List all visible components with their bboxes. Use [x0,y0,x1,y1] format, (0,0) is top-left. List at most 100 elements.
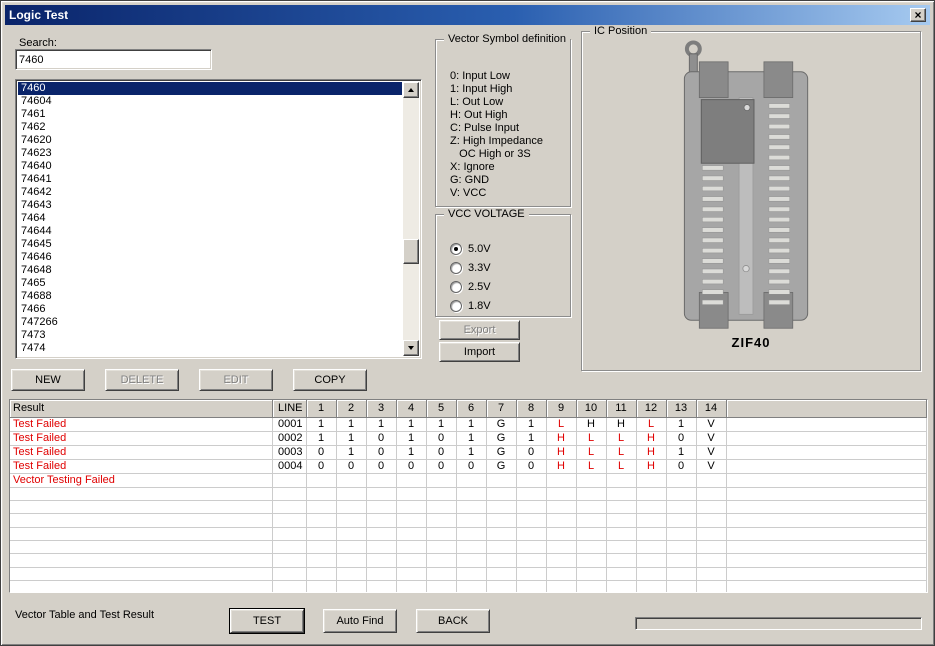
export-button[interactable]: Export [439,320,520,340]
pin-cell [456,500,486,513]
vcc-option-3.3V[interactable]: 3.3V [450,258,570,277]
pin-cell [696,487,726,500]
pin-cell [366,473,396,487]
radio-icon-3.3V[interactable] [450,262,462,274]
column-header-3: 3 [366,400,396,417]
titlebar[interactable]: Logic Test × [5,5,930,25]
column-header-5: 5 [426,400,456,417]
pin-cell [486,527,516,540]
pin-cell: 1 [306,417,336,431]
list-item-7460[interactable]: 7460 [18,82,402,95]
list-item-74646[interactable]: 74646 [18,251,402,264]
vcc-option-2.5V[interactable]: 2.5V [450,277,570,296]
list-item-7474[interactable]: 7474 [18,342,402,355]
pin-cell: H [546,459,576,473]
pin-cell [486,514,516,527]
list-item-74623[interactable]: 74623 [18,147,402,160]
list-item-74604[interactable]: 74604 [18,95,402,108]
filler-cell [726,500,927,513]
list-item-7462[interactable]: 7462 [18,121,402,134]
parts-listbox[interactable]: 7460746047461746274620746237464074641746… [15,79,422,359]
pin-cell [336,473,366,487]
vcc-option-1.8V[interactable]: 1.8V [450,296,570,315]
auto-find-button[interactable]: Auto Find [323,609,397,633]
list-item-74620[interactable]: 74620 [18,134,402,147]
list-item-74640[interactable]: 74640 [18,160,402,173]
list-item-74688[interactable]: 74688 [18,290,402,303]
vcc-option-label: 3.3V [468,262,491,274]
pin-cell [576,527,606,540]
column-header-12: 12 [636,400,666,417]
pin-cell: L [606,459,636,473]
filler-cell [726,567,927,580]
pin-cell: V [696,459,726,473]
list-item-74644[interactable]: 74644 [18,225,402,238]
list-item-74643[interactable]: 74643 [18,199,402,212]
vcc-option-5.0V[interactable]: 5.0V [450,239,570,258]
pin-cell [336,487,366,500]
pin-cell [396,500,426,513]
list-scrollbar[interactable] [403,82,419,356]
pin-cell: 0 [456,459,486,473]
scroll-up-button[interactable] [403,82,419,98]
list-item-74645[interactable]: 74645 [18,238,402,251]
back-button[interactable]: BACK [416,609,490,633]
pin-cell [696,554,726,567]
pin-cell [666,473,696,487]
pin-cell [666,567,696,580]
list-item-7475[interactable]: 7475 [18,355,402,356]
close-button[interactable]: × [910,8,926,22]
test-button[interactable]: TEST [230,609,304,633]
result-row: Test Failed0002110101G1HLLH0V [10,431,927,445]
filler-cell [726,445,927,459]
scroll-down-button[interactable] [403,340,419,356]
copy-button[interactable]: COPY [293,369,367,391]
radio-icon-1.8V[interactable] [450,300,462,312]
pin-cell: L [636,417,666,431]
result-cell: Test Failed [10,459,272,473]
list-item-74641[interactable]: 74641 [18,173,402,186]
edit-button[interactable]: EDIT [199,369,273,391]
list-item-7473[interactable]: 7473 [18,329,402,342]
list-item-747266[interactable]: 747266 [18,316,402,329]
scrollbar-track[interactable] [403,98,419,340]
pin-cell [696,581,726,593]
pin-cell: 0 [516,459,546,473]
pin-cell [426,527,456,540]
pin-cell [306,514,336,527]
pin-cell [396,527,426,540]
pin-cell [516,487,546,500]
scrollbar-thumb[interactable] [403,239,419,264]
arrow-down-icon [408,346,414,350]
pin-cell [366,527,396,540]
list-item-7466[interactable]: 7466 [18,303,402,316]
list-item-7465[interactable]: 7465 [18,277,402,290]
radio-icon-2.5V[interactable] [450,281,462,293]
empty-row [10,581,927,593]
pin-cell: H [546,445,576,459]
delete-button[interactable]: DELETE [105,369,179,391]
pin-cell: 1 [366,417,396,431]
pin-cell [696,500,726,513]
radio-icon-5.0V[interactable] [450,243,462,255]
socket-type-label: ZIF40 [582,335,920,350]
pin-cell [516,514,546,527]
list-item-74642[interactable]: 74642 [18,186,402,199]
column-header-10: 10 [576,400,606,417]
list-item-74648[interactable]: 74648 [18,264,402,277]
pin-cell [696,514,726,527]
pin-cell [636,554,666,567]
list-item-7464[interactable]: 7464 [18,212,402,225]
pin-cell: G [486,445,516,459]
ic-position-groupbox: IC Position [581,31,921,371]
pin-cell [696,527,726,540]
list-item-7461[interactable]: 7461 [18,108,402,121]
column-header-7: 7 [486,400,516,417]
pin-cell [426,581,456,593]
symbol-line: C: Pulse Input [450,122,570,135]
new-button[interactable]: NEW [11,369,85,391]
import-button[interactable]: Import [439,342,520,362]
search-input[interactable] [15,49,212,70]
pin-cell: G [486,431,516,445]
pin-cell [306,527,336,540]
